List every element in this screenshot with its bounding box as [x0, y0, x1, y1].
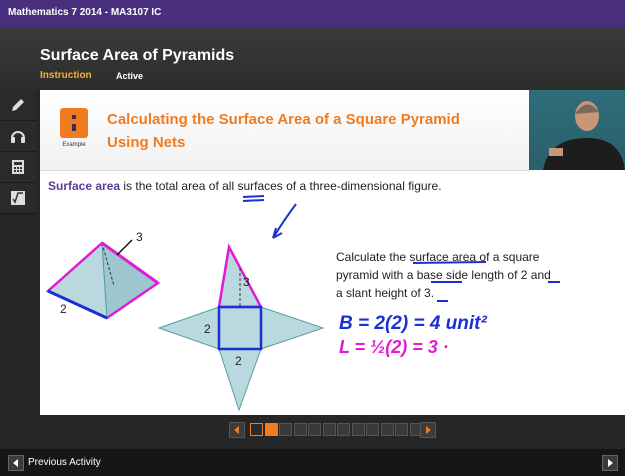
pencil-icon [12, 99, 24, 111]
course-title: Mathematics 7 2014 - MA3107 IC [8, 7, 162, 18]
tool-calculator[interactable] [0, 152, 37, 183]
calculator-icon [12, 160, 24, 174]
activity-footer: Previous Activity [0, 449, 625, 476]
headphones-icon [11, 131, 25, 143]
arrow-right-icon [608, 459, 613, 467]
lesson-slide: Example Calculating the Surface Area of … [40, 90, 625, 415]
pyramid-label-base: 2 [60, 302, 67, 316]
course-bar: Mathematics 7 2014 - MA3107 IC [0, 0, 625, 27]
pager-prev-button[interactable] [229, 422, 245, 438]
lesson-header: Surface Area of Pyramids Instruction Act… [0, 27, 625, 90]
pager-page-8[interactable] [351, 423, 365, 436]
formula-icon [11, 191, 25, 205]
pager-next-button[interactable] [420, 422, 436, 438]
pager-page-4[interactable] [293, 423, 307, 436]
tab-active[interactable]: Active [116, 71, 143, 81]
next-activity-button[interactable] [602, 455, 618, 471]
pager-page-3[interactable] [279, 423, 292, 436]
net-label-left: 2 [204, 322, 211, 336]
tool-formula[interactable] [0, 183, 37, 214]
tool-pencil[interactable] [0, 90, 37, 121]
pager-page-7[interactable] [337, 423, 350, 436]
previous-activity-label[interactable]: Previous Activity [28, 457, 101, 468]
ink-base-calculation: B = 2(2) = 4 unit² [339, 313, 487, 334]
pyramid-label-slant: 3 [136, 230, 143, 244]
slide-drawing: 3 2 3 2 2 B = 2(2) = 4 unit² L = ½(2) = … [45, 195, 560, 412]
pager-page-9[interactable] [366, 423, 379, 436]
arrow-left-icon [13, 459, 18, 467]
tool-audio[interactable] [0, 121, 37, 152]
tool-sidebar [0, 90, 37, 214]
pager-page-10[interactable] [380, 423, 394, 436]
lesson-title: Surface Area of Pyramids [40, 47, 235, 64]
pager-page-11[interactable] [395, 423, 408, 436]
pager-page-5[interactable] [308, 423, 321, 436]
pager-page-1[interactable] [250, 423, 263, 436]
net-label-slant: 3 [243, 275, 250, 289]
ink-lateral-calculation: L = ½(2) = 3 · [339, 337, 449, 357]
pager-page-6[interactable] [322, 423, 336, 436]
net-label-bottom: 2 [235, 354, 242, 368]
arrow-right-icon [426, 426, 431, 434]
pager-page-2[interactable] [264, 423, 278, 436]
previous-activity-button[interactable] [8, 455, 24, 471]
arrow-left-icon [234, 426, 239, 434]
pyramid-net-figure [157, 243, 325, 412]
slide-pager [0, 418, 625, 440]
tab-instruction[interactable]: Instruction [40, 70, 92, 81]
